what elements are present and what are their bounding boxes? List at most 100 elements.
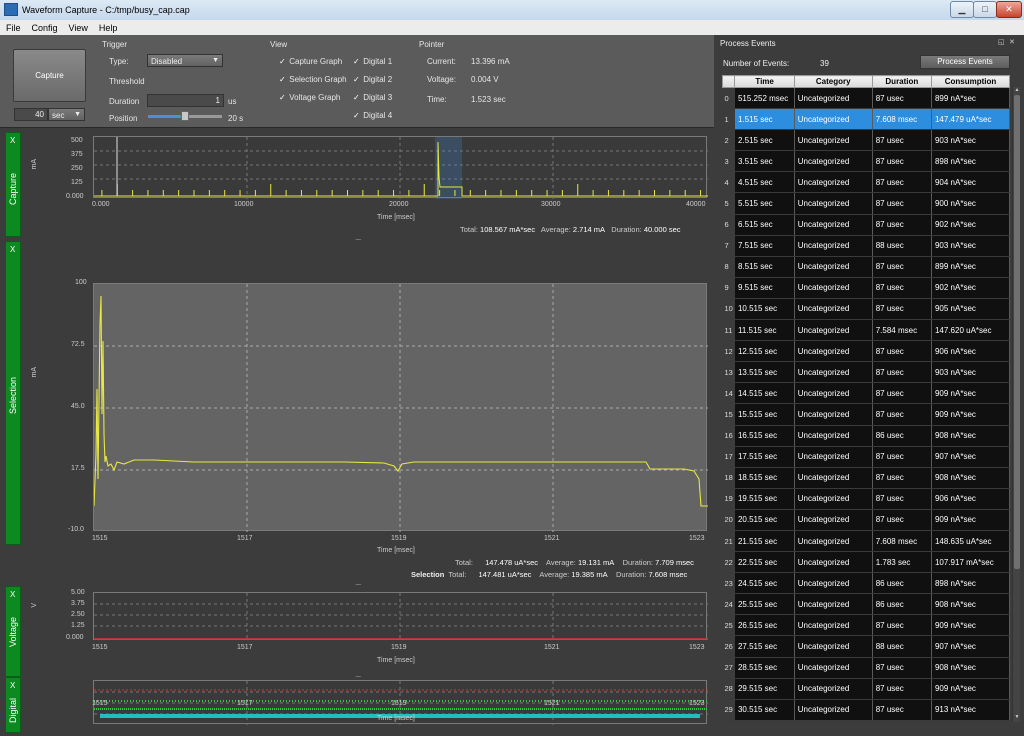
table-row[interactable]: 26 27.515 sec Uncategorized 88 usec 907 nA*s…: [722, 635, 1011, 658]
table-row[interactable]: 24 25.515 sec Uncategorized 86 usec 908 nA*s…: [722, 593, 1011, 616]
events-scrollbar[interactable]: ▲ ▼: [1012, 87, 1020, 722]
capture-spikes: [101, 184, 702, 196]
minimize-button[interactable]: ▁: [950, 1, 974, 18]
row-index: 14: [722, 382, 735, 405]
table-row[interactable]: 16 16.515 sec Uncategorized 86 usec 908 nA*s…: [722, 425, 1011, 447]
event-time: 1.515 sec: [734, 108, 795, 131]
capture-duration-input[interactable]: 40: [14, 108, 48, 121]
table-row[interactable]: 10 10.515 sec Uncategorized 87 usec 905 nA*s…: [722, 298, 1011, 321]
category-column-header[interactable]: Category: [793, 75, 873, 88]
table-row[interactable]: 11 11.515 sec Uncategorized 7.584 msec 147.6…: [722, 319, 1011, 342]
event-duration: 87 usec: [872, 467, 932, 489]
close-capture-graph-icon[interactable]: X: [10, 136, 15, 145]
event-time: 24.515 sec: [734, 572, 795, 595]
table-row[interactable]: 0 515.252 msec Uncategorized 87 usec 899 nA*…: [722, 87, 1011, 110]
consumption-column-header[interactable]: Consumption: [930, 75, 1011, 88]
menu-config[interactable]: Config: [26, 20, 63, 33]
menu-help[interactable]: Help: [93, 20, 123, 33]
voltage-xtick: 1521: [544, 644, 560, 651]
table-row[interactable]: 15 15.515 sec Uncategorized 87 usec 909 nA*s…: [722, 403, 1011, 426]
maximize-button[interactable]: □: [973, 1, 997, 18]
trigger-header: Trigger: [102, 40, 128, 49]
row-index: 19: [722, 488, 735, 510]
menu-view[interactable]: View: [63, 20, 93, 33]
row-index: 5: [722, 192, 735, 215]
time-column-header[interactable]: Time: [734, 75, 795, 88]
table-row[interactable]: 23 24.515 sec Uncategorized 86 usec 898 nA*s…: [722, 572, 1011, 595]
checkbox-label: Capture Graph: [289, 57, 343, 66]
close-digital-graph-icon[interactable]: X: [10, 681, 15, 690]
menu-file[interactable]: File: [0, 20, 26, 33]
table-row[interactable]: 6 6.515 sec Uncategorized 87 usec 902 nA*sec: [722, 214, 1011, 236]
digital-3-checkbox[interactable]: ✓ Digital 3: [353, 93, 392, 102]
table-row[interactable]: 14 14.515 sec Uncategorized 87 usec 909 nA*s…: [722, 382, 1011, 405]
event-time: 19.515 sec: [734, 488, 795, 510]
capture-duration-unit-select[interactable]: sec ▼: [48, 108, 85, 121]
event-consumption: 903 nA*sec: [931, 361, 1011, 384]
splitter-handle[interactable]: ......: [355, 672, 362, 679]
scrollbar-thumb[interactable]: [1014, 95, 1020, 569]
table-row[interactable]: 18 18.515 sec Uncategorized 87 usec 908 nA*s…: [722, 467, 1011, 489]
row-index: 26: [722, 635, 735, 658]
row-index: 22: [722, 551, 735, 574]
selection-graph-checkbox[interactable]: ✓ Selection Graph: [279, 75, 347, 84]
event-consumption: 909 nA*sec: [931, 509, 1011, 531]
selection-ytick: 72.5: [71, 341, 85, 348]
table-row[interactable]: 25 26.515 sec Uncategorized 87 usec 909 nA*s…: [722, 614, 1011, 637]
table-row[interactable]: 19 19.515 sec Uncategorized 87 usec 906 nA*s…: [722, 488, 1011, 510]
table-row[interactable]: 3 3.515 sec Uncategorized 87 usec 898 nA*sec: [722, 150, 1011, 173]
event-time: 14.515 sec: [734, 382, 795, 405]
digital-1-checkbox[interactable]: ✓ Digital 1: [353, 57, 392, 66]
row-index: 24: [722, 593, 735, 616]
table-row[interactable]: 7 7.515 sec Uncategorized 88 usec 903 nA*sec: [722, 235, 1011, 257]
checkbox-label: Voltage Graph: [289, 93, 341, 102]
panel-splitter[interactable]: [714, 35, 718, 736]
digital-xlabel: Time [msec]: [377, 715, 415, 722]
float-panel-icon[interactable]: ◱: [998, 38, 1005, 46]
capture-button[interactable]: Capture: [13, 49, 86, 102]
table-row[interactable]: 4 4.515 sec Uncategorized 87 usec 904 nA*sec: [722, 171, 1011, 194]
event-duration: 1.783 sec: [872, 551, 932, 574]
row-index: 3: [722, 150, 735, 173]
trigger-duration-input[interactable]: 1: [147, 94, 224, 107]
row-index: 13: [722, 361, 735, 384]
scroll-down-icon[interactable]: ▼: [1013, 714, 1021, 720]
process-events-button[interactable]: Process Events: [920, 55, 1010, 69]
capture-graph-checkbox[interactable]: ✓ Capture Graph: [279, 57, 342, 66]
voltage-graph-checkbox[interactable]: ✓ Voltage Graph: [279, 93, 340, 102]
table-row[interactable]: 5 5.515 sec Uncategorized 87 usec 900 nA*sec: [722, 192, 1011, 215]
digital-2-checkbox[interactable]: ✓ Digital 2: [353, 75, 392, 84]
table-row[interactable]: 27 28.515 sec Uncategorized 87 usec 908 nA*s…: [722, 657, 1011, 679]
trigger-type-select[interactable]: Disabled ▼: [147, 54, 223, 67]
table-row[interactable]: 22 22.515 sec Uncategorized 1.783 sec 107.91…: [722, 551, 1011, 574]
position-slider[interactable]: [148, 111, 222, 121]
table-row[interactable]: 29 30.515 sec Uncategorized 87 usec 913 nA*s…: [722, 699, 1011, 721]
duration-column-header[interactable]: Duration: [871, 75, 932, 88]
table-row[interactable]: 20 20.515 sec Uncategorized 87 usec 909 nA*s…: [722, 509, 1011, 531]
position-slider-handle[interactable]: [181, 111, 189, 121]
table-row[interactable]: 28 29.515 sec Uncategorized 87 usec 909 nA*s…: [722, 678, 1011, 700]
close-panel-icon[interactable]: ✕: [1009, 38, 1015, 46]
close-voltage-graph-icon[interactable]: X: [10, 590, 15, 599]
check-icon: ✓: [353, 111, 360, 120]
scroll-up-icon[interactable]: ▲: [1013, 87, 1021, 93]
table-row[interactable]: 2 2.515 sec Uncategorized 87 usec 903 nA*sec: [722, 129, 1011, 152]
splitter-handle[interactable]: ......: [355, 580, 362, 587]
splitter-handle[interactable]: ......: [355, 235, 362, 242]
digital-4-checkbox[interactable]: ✓ Digital 4: [353, 111, 392, 120]
event-category: Uncategorized: [794, 699, 873, 721]
table-row[interactable]: 8 8.515 sec Uncategorized 87 usec 899 nA*sec: [722, 256, 1011, 278]
table-row[interactable]: 12 12.515 sec Uncategorized 87 usec 906 nA*s…: [722, 340, 1011, 363]
table-row[interactable]: 17 17.515 sec Uncategorized 87 usec 907 nA*s…: [722, 446, 1011, 468]
voltage-plot[interactable]: [93, 592, 708, 641]
table-row[interactable]: 1 1.515 sec Uncategorized 7.608 msec 147.479…: [722, 108, 1011, 131]
table-row[interactable]: 9 9.515 sec Uncategorized 87 usec 902 nA*sec: [722, 277, 1011, 299]
close-button[interactable]: ✕: [996, 1, 1022, 18]
close-selection-graph-icon[interactable]: X: [10, 245, 15, 254]
capture-xtick: 40000: [686, 201, 706, 208]
table-row[interactable]: 21 21.515 sec Uncategorized 7.608 msec 148.6…: [722, 530, 1011, 553]
checkbox-label: Selection Graph: [289, 75, 347, 84]
selection-plot[interactable]: [93, 283, 708, 532]
capture-plot[interactable]: [93, 136, 708, 199]
table-row[interactable]: 13 13.515 sec Uncategorized 87 usec 903 nA*s…: [722, 361, 1011, 384]
